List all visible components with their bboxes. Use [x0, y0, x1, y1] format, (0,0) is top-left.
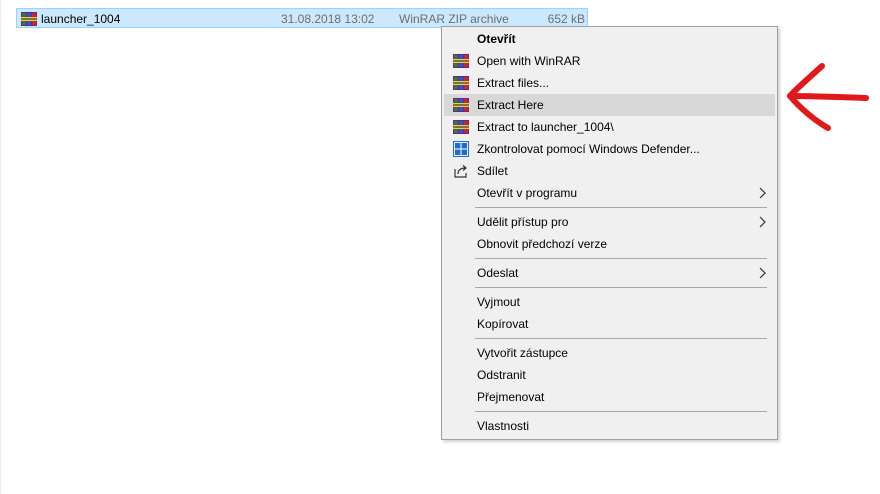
menu-item-label: Vyjmout — [477, 295, 520, 309]
menu-item-properties[interactable]: Vlastnosti — [444, 415, 775, 437]
chevron-right-icon — [759, 216, 766, 228]
file-type: WinRAR ZIP archive — [399, 12, 509, 26]
menu-item-delete[interactable]: Odstranit — [444, 364, 775, 386]
menu-item-open-with[interactable]: Otevřít v programu — [444, 182, 775, 204]
menu-item-open-with-winrar[interactable]: Open with WinRAR — [444, 50, 775, 72]
menu-item-defender-scan[interactable]: Zkontrolovat pomocí Windows Defender... — [444, 138, 775, 160]
menu-item-extract-files[interactable]: Extract files... — [444, 72, 775, 94]
menu-item-label: Odstranit — [477, 368, 526, 382]
menu-item-open[interactable]: Otevřít — [444, 28, 775, 50]
menu-item-share[interactable]: Sdílet — [444, 160, 775, 182]
menu-item-label: Vlastnosti — [477, 419, 530, 433]
menu-item-label: Zkontrolovat pomocí Windows Defender... — [477, 142, 700, 156]
chevron-right-icon — [759, 187, 766, 199]
winrar-icon — [21, 12, 37, 26]
menu-separator — [475, 258, 767, 259]
window-left-edge — [0, 0, 1, 494]
winrar-icon — [453, 76, 469, 90]
menu-item-extract-to[interactable]: Extract to launcher_1004\ — [444, 116, 775, 138]
menu-item-label: Vytvořit zástupce — [477, 346, 568, 360]
menu-item-label: Obnovit předchozí verze — [477, 237, 608, 251]
windows-defender-icon — [453, 141, 469, 157]
file-name: launcher_1004 — [41, 12, 121, 26]
share-icon — [454, 165, 467, 178]
menu-item-cut[interactable]: Vyjmout — [444, 291, 775, 313]
menu-separator — [475, 338, 767, 339]
menu-item-label: Otevřít — [477, 32, 516, 46]
menu-separator — [475, 207, 767, 208]
winrar-icon — [453, 54, 469, 68]
annotation-arrow-icon — [787, 63, 869, 131]
menu-item-restore-versions[interactable]: Obnovit předchozí verze — [444, 233, 775, 255]
menu-separator — [475, 411, 767, 412]
menu-item-label: Udělit přístup pro — [477, 215, 569, 229]
menu-item-label: Open with WinRAR — [477, 54, 581, 68]
menu-item-label: Extract Here — [477, 98, 544, 112]
file-date: 31.08.2018 13:02 — [281, 12, 375, 26]
winrar-icon — [453, 98, 469, 112]
menu-item-label: Přejmenovat — [477, 390, 545, 404]
file-size: 652 kB — [547, 12, 585, 26]
menu-separator — [475, 287, 767, 288]
menu-item-label: Kopírovat — [477, 317, 529, 331]
menu-item-extract-here[interactable]: Extract Here — [444, 94, 775, 116]
menu-item-label: Extract to launcher_1004\ — [477, 120, 614, 134]
menu-item-send-to[interactable]: Odeslat — [444, 262, 775, 284]
menu-item-label: Otevřít v programu — [477, 186, 578, 200]
menu-item-label: Odeslat — [477, 266, 519, 280]
menu-item-grant-access[interactable]: Udělit přístup pro — [444, 211, 775, 233]
chevron-right-icon — [759, 267, 766, 279]
menu-item-label: Extract files... — [477, 76, 550, 90]
winrar-icon — [453, 120, 469, 134]
menu-item-rename[interactable]: Přejmenovat — [444, 386, 775, 408]
menu-item-create-shortcut[interactable]: Vytvořit zástupce — [444, 342, 775, 364]
menu-item-label: Sdílet — [477, 164, 508, 178]
menu-item-copy[interactable]: Kopírovat — [444, 313, 775, 335]
file-row-selected[interactable]: launcher_1004 31.08.2018 13:02 WinRAR ZI… — [16, 8, 588, 28]
context-menu: Otevřít Open with WinRAR Extract files..… — [441, 26, 778, 440]
